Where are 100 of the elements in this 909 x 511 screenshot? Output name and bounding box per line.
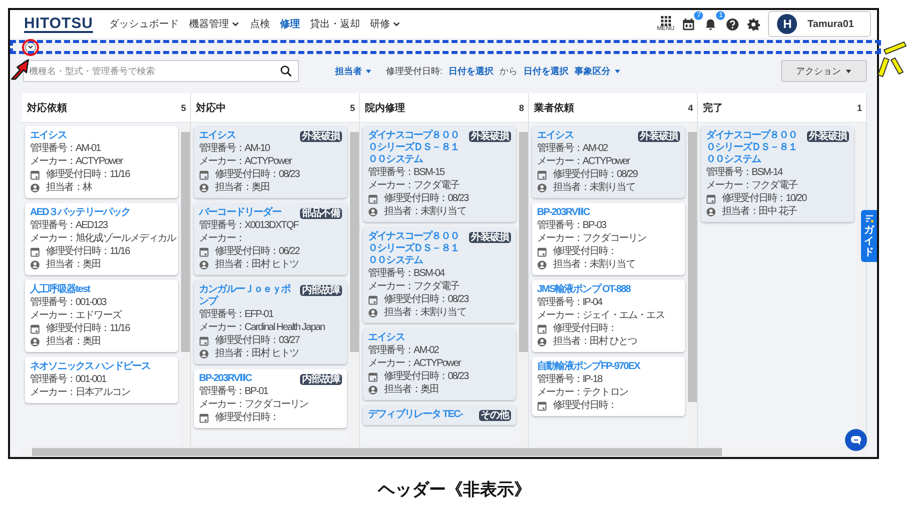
repair-card[interactable]: JMS輸液ポンプ OT-888 管理番号：IP-04 メーカー：ジェイ・エム・エス 修理受付日時： 担当者：田村 ひとつ xyxy=(532,280,685,352)
column-title: 業者依頼 xyxy=(534,102,574,114)
received-date: 修理受付日時：08/29 xyxy=(553,168,638,181)
settings-icon[interactable] xyxy=(747,18,760,30)
date-to-picker[interactable]: 日付を選択 xyxy=(524,64,569,78)
person-icon xyxy=(368,308,378,318)
repair-card[interactable]: エイシス 外装破損 管理番号：AM-02 メーカー：ACTYPower 修理受付日時：08/29 担当者：未割り当て xyxy=(532,126,685,198)
card-title[interactable]: JMS輸液ポンプ OT-888 xyxy=(537,284,630,296)
received-date: 修理受付日時： xyxy=(553,322,617,335)
asset-number: 管理番号：AM-01 xyxy=(30,142,100,155)
status-tag: 部品不備 xyxy=(300,208,342,219)
search-icon[interactable] xyxy=(280,65,292,77)
calendar-icon xyxy=(199,170,209,180)
repair-card[interactable]: ダイナスコープ８０００シリーズＤＳ－８１００システム 外装破損 管理番号：BSM-15 メーカー：フクダ電子 修理受付日時：08/23 担当者：未割り当て xyxy=(363,126,516,222)
repair-card[interactable]: BP-203RVⅡC 管理番号：BP-03 メーカー：フクダコーリン 修理受付日時： 担当者：未割り当て xyxy=(532,203,685,275)
calendar-icon xyxy=(199,412,209,422)
caret-icon xyxy=(614,68,621,74)
nav-item[interactable]: 修理 xyxy=(280,17,300,31)
calendar-icon xyxy=(30,324,40,334)
repair-card[interactable]: ネオソニックス ハンドピース 管理番号：001-001 メーカー：日本アルコン xyxy=(25,357,178,403)
assignee-text: 担当者：田村 ヒトツ xyxy=(215,258,299,271)
nav-item[interactable]: 点検 xyxy=(250,17,270,31)
maker-text: メーカー：ACTYPower xyxy=(199,155,292,168)
nav-item[interactable]: 研修 xyxy=(370,17,402,31)
status-tag: 外装破損 xyxy=(300,131,342,142)
assignee-text: 担当者：未割り当て xyxy=(553,258,635,271)
date-label: 修理受付日時: xyxy=(386,64,443,78)
scrollbar[interactable] xyxy=(181,123,190,447)
repair-card[interactable]: ダイナスコープ８０００シリーズＤＳ－８１００システム 外装破損 管理番号：BSM-14 メーカー：フクダ電子 修理受付日時：10/20 担当者：田中 花子 xyxy=(701,126,854,222)
maker-text: メーカー：フクダ電子 xyxy=(706,179,798,192)
caption: ヘッダー《非表示》 xyxy=(376,479,532,501)
calendar-button[interactable] xyxy=(682,17,696,31)
scrollbar[interactable] xyxy=(519,123,528,447)
calendar-icon xyxy=(30,246,40,256)
repair-card[interactable]: AED３バッテリーパック 管理番号：AED123 メーカー：旭化成ゾールメディカル 修理受付日時：11/16 担当者：奥田 xyxy=(25,203,178,275)
list-icon xyxy=(864,214,874,223)
received-date: 修理受付日時：08/23 xyxy=(384,293,468,306)
card-title[interactable]: 人工呼吸器test xyxy=(30,284,90,296)
assignee-text: 担当者：未割り当て xyxy=(384,306,466,319)
user-menu-button[interactable]: H Tamura01 xyxy=(768,11,871,37)
column-title: 完了 xyxy=(703,101,723,114)
repair-card[interactable]: エイシス 管理番号：AM-02 メーカー：ACTYPower 修理受付日時：08/23 担当者：奥田 xyxy=(363,328,516,400)
person-icon xyxy=(537,182,547,192)
calendar-icon xyxy=(30,170,40,180)
person-icon xyxy=(537,260,547,270)
nav-item[interactable]: ダッシュボード xyxy=(109,17,180,31)
action-button[interactable]: アクション xyxy=(781,60,867,82)
assignee-text: 担当者：奥田 xyxy=(384,383,439,396)
event-type-filter[interactable]: 事象区分 xyxy=(574,64,621,78)
card-title[interactable]: BP-203RVⅡC xyxy=(199,373,252,385)
assignee-text: 担当者：田中 花子 xyxy=(722,205,797,218)
maker-text: メーカー：フクダ電子 xyxy=(368,280,460,293)
repair-card[interactable]: エイシス 管理番号：AM-01 メーカー：ACTYPower 修理受付日時：11/16 担当者：林 xyxy=(25,126,178,198)
search-field[interactable]: 機種名・型式・管理番号で検索 xyxy=(23,60,299,82)
card-title[interactable]: エイシス xyxy=(30,130,66,142)
person-icon xyxy=(30,336,40,346)
maker-text: メーカー：フクダコーリン xyxy=(537,232,646,245)
card-title[interactable]: BP-203RVⅡC xyxy=(537,207,590,219)
status-tag: 内部故障 xyxy=(300,374,342,385)
highlight-circle xyxy=(22,39,39,56)
help-icon[interactable] xyxy=(726,18,740,30)
scrollbar[interactable] xyxy=(350,123,359,447)
received-date: 修理受付日時： xyxy=(553,399,617,412)
received-date: 修理受付日時：11/16 xyxy=(46,245,130,258)
nav-item[interactable]: 貸出・返却 xyxy=(310,17,360,31)
avatar: H xyxy=(777,14,798,34)
emphasis-marks-drawing xyxy=(878,40,908,80)
repair-card[interactable]: エイシス 外装破損 管理番号：AM-10 メーカー：ACTYPower 修理受付日時：08/23 担当者：奥田 xyxy=(194,126,347,198)
scrollbar[interactable] xyxy=(688,123,697,447)
card-title[interactable]: 自動輸液ポンプFP-970EX xyxy=(537,361,640,373)
repair-card[interactable]: BP-203RVⅡC 内部故障 管理番号：BP-01 メーカー：フクダコーリン 修理受付日時： xyxy=(194,369,347,428)
card-title[interactable]: ネオソニックス ハンドピース xyxy=(30,361,150,373)
status-tag: その他 xyxy=(478,410,511,421)
nav-item[interactable]: 機器管理 xyxy=(189,17,240,31)
column-title: 対応依頼 xyxy=(27,101,67,114)
column-count: 8 xyxy=(518,102,524,112)
assignee-filter[interactable]: 担当者 xyxy=(335,64,372,78)
column-title: 対応中 xyxy=(196,101,226,114)
calendar-icon xyxy=(537,400,547,410)
notification-button[interactable] xyxy=(704,17,718,31)
scrollbar[interactable] xyxy=(22,447,867,457)
repair-card[interactable]: 人工呼吸器test 管理番号：001-003 メーカー：エドワーズ 修理受付日時：11/16 担当者：奥田 xyxy=(25,280,178,352)
repair-card[interactable]: ダイナスコープ８０００シリーズＤＳ－８１００システム 外装破損 管理番号：BSM-04 メーカー：フクダ電子 修理受付日時：08/23 担当者：未割り当て xyxy=(363,227,516,323)
guide-tab[interactable]: ガイド xyxy=(861,210,877,262)
asset-number: 管理番号：001-003 xyxy=(30,296,106,309)
received-date: 修理受付日時：08/23 xyxy=(215,168,300,181)
repair-card[interactable]: カンガルーＪｏｅｙポンプ 内部故障 管理番号：EFP-01 メーカー：Cardinal Health Japan 修理受付日時：03/27 担当者：田村 ヒトツ xyxy=(194,280,347,364)
repair-card[interactable]: 自動輸液ポンプFP-970EX 管理番号：IP-18 メーカー：テクトロン 修理受付日時： xyxy=(532,357,685,416)
date-from-picker[interactable]: 日付を選択 xyxy=(448,64,494,78)
caret-icon xyxy=(365,68,372,74)
column-title: 院内修理 xyxy=(365,102,405,114)
assignee-text: 担当者：林 xyxy=(46,181,92,194)
repair-card[interactable]: デフィブリレータ TEC- その他 xyxy=(363,405,516,425)
card-title[interactable]: AED３バッテリーパック xyxy=(30,207,130,219)
person-icon xyxy=(368,384,378,394)
received-date: 修理受付日時：03/27 xyxy=(215,334,300,347)
assignee-text: 担当者：未割り当て xyxy=(384,205,466,218)
repair-card[interactable]: バーコードリーダー 部品不備 管理番号：X0013DXTQF メーカー： 修理受付日時：06/22 担当者：田村 ヒトツ xyxy=(194,203,347,275)
asset-number: 管理番号：EFP-01 xyxy=(199,308,274,321)
assignee-text: 担当者：田村 ひとつ xyxy=(553,335,637,348)
